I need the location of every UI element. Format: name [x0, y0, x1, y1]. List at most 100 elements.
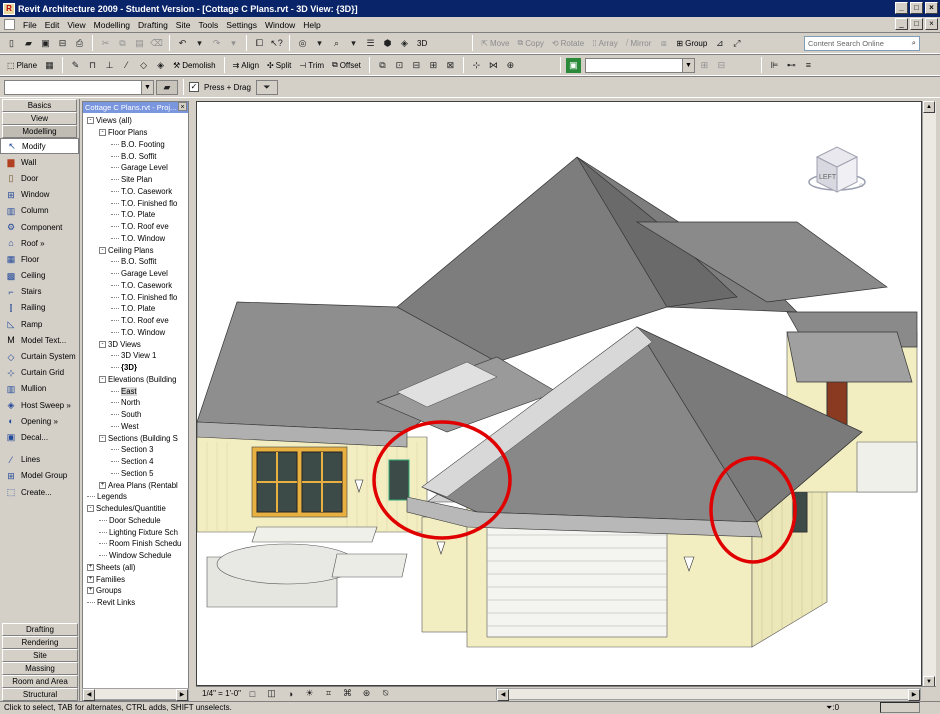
- tool-lines[interactable]: ⁄ Lines: [0, 452, 79, 468]
- paste-same-icon[interactable]: ⊟: [409, 58, 424, 73]
- align-button[interactable]: ⇉ Align: [230, 61, 263, 70]
- trim-button[interactable]: ⊣ Trim: [296, 61, 327, 70]
- browser-tree-item[interactable]: Site Plan: [83, 174, 188, 186]
- close-icon[interactable]: ×: [178, 102, 187, 111]
- collapse-icon[interactable]: -: [87, 117, 94, 125]
- revit-app-icon[interactable]: R: [3, 2, 15, 15]
- tab-modelling[interactable]: Modelling: [2, 125, 77, 138]
- rotate-button[interactable]: ⟲ Rotate: [549, 39, 587, 48]
- tab-basics[interactable]: Basics: [2, 99, 77, 112]
- split-button[interactable]: ✣ Split: [264, 61, 294, 70]
- minimize-button[interactable]: _: [895, 2, 908, 14]
- demolish-button[interactable]: ⚒ Demolish: [170, 61, 219, 70]
- browser-tree-item[interactable]: - Elevations (Building: [83, 374, 188, 386]
- collapse-icon[interactable]: -: [87, 505, 94, 513]
- browser-tree-item[interactable]: Garage Level: [83, 268, 188, 280]
- menu-help[interactable]: Help: [299, 20, 324, 30]
- zoom-menu-icon[interactable]: ▾: [346, 36, 361, 51]
- viewcube[interactable]: LEFT ⌂: [808, 146, 866, 193]
- help-pointer-icon[interactable]: ↖?: [269, 36, 284, 51]
- reveal-hidden-icon[interactable]: ⍉: [378, 686, 393, 701]
- browser-tree-item[interactable]: - Schedules/Quantitie: [83, 503, 188, 515]
- tool-ramp[interactable]: ◺ Ramp: [0, 316, 79, 332]
- save-to-central-icon[interactable]: ⊟: [55, 36, 70, 51]
- grid-icon[interactable]: ▦: [42, 58, 57, 73]
- tool-floor[interactable]: ▦ Floor: [0, 251, 79, 267]
- paste-icon[interactable]: ▤: [132, 36, 147, 51]
- cut-icon[interactable]: ✂: [98, 36, 113, 51]
- tool-host-sweep[interactable]: ◈ Host Sweep »: [0, 397, 79, 413]
- menu-window[interactable]: Window: [261, 20, 299, 30]
- collapse-icon[interactable]: -: [99, 375, 106, 383]
- browser-tree-item[interactable]: T.O. Roof eve: [83, 221, 188, 233]
- tool-window[interactable]: ⊞ Window: [0, 187, 79, 203]
- type-properties-icon[interactable]: ⋈: [486, 58, 501, 73]
- save-icon[interactable]: ▣: [38, 36, 53, 51]
- tool-ceiling[interactable]: ▩ Ceiling: [0, 268, 79, 284]
- tab-site[interactable]: Site: [2, 649, 78, 662]
- scroll-up-icon[interactable]: ▲: [923, 101, 935, 113]
- browser-tree-item[interactable]: - Sections (Building S: [83, 432, 188, 444]
- resize-icon[interactable]: ⧈: [656, 36, 671, 51]
- viewport-horizontal-scrollbar[interactable]: ◀ ▶: [496, 688, 921, 701]
- undo-dropdown-icon[interactable]: ▾: [192, 36, 207, 51]
- browser-tree-item[interactable]: South: [83, 409, 188, 421]
- tag-icon[interactable]: ⊫: [767, 58, 782, 73]
- browser-tree-item[interactable]: T.O. Roof eve: [83, 315, 188, 327]
- filter-button[interactable]: ⏷:0: [826, 702, 839, 714]
- show-crop-icon[interactable]: ⌘: [340, 686, 355, 701]
- browser-tree-item[interactable]: T.O. Plate: [83, 303, 188, 315]
- mirror-button[interactable]: ⧸ Mirror: [623, 38, 655, 48]
- scroll-right-icon[interactable]: ▶: [908, 689, 920, 701]
- tool-component[interactable]: ⚙ Component: [0, 219, 79, 235]
- browser-horizontal-scrollbar[interactable]: ◀ ▶: [82, 688, 189, 701]
- redo-icon[interactable]: ↷: [209, 36, 224, 51]
- browser-tree-item[interactable]: Legends: [83, 491, 188, 503]
- browser-tree-item[interactable]: T.O. Plate: [83, 209, 188, 221]
- browser-tree-item[interactable]: - Floor Plans: [83, 127, 188, 139]
- menu-tools[interactable]: Tools: [194, 20, 222, 30]
- menu-settings[interactable]: Settings: [222, 20, 261, 30]
- tool-roof[interactable]: ⌂ Roof »: [0, 235, 79, 251]
- temp-hide-icon[interactable]: ⊛: [359, 686, 374, 701]
- browser-tree-item[interactable]: North: [83, 397, 188, 409]
- browser-tree-item[interactable]: T.O. Finished flo: [83, 197, 188, 209]
- browser-tree-item[interactable]: Window Schedule: [83, 550, 188, 562]
- zoom-dropdown-icon[interactable]: ▾: [312, 36, 327, 51]
- browser-tree-item[interactable]: T.O. Casework: [83, 280, 188, 292]
- tab-view[interactable]: View: [2, 112, 77, 125]
- browser-tree-item[interactable]: + Groups: [83, 585, 188, 597]
- menu-file[interactable]: File: [19, 20, 41, 30]
- tool-curtain-system[interactable]: ◇ Curtain System: [0, 348, 79, 364]
- browser-tree-item[interactable]: + Families: [83, 573, 188, 585]
- browser-tree-item[interactable]: {3D}: [83, 362, 188, 374]
- tool-wall[interactable]: ▆ Wall: [0, 154, 79, 170]
- tool-stairs[interactable]: ⌐ Stairs: [0, 284, 79, 300]
- tab-room-and-area[interactable]: Room and Area: [2, 675, 78, 688]
- cut-geometry-icon[interactable]: ◇: [136, 58, 151, 73]
- group-button[interactable]: ⊞ Group: [673, 39, 710, 48]
- menu-site[interactable]: Site: [172, 20, 195, 30]
- menu-edit[interactable]: Edit: [41, 20, 64, 30]
- paint-icon[interactable]: ⊥: [102, 58, 117, 73]
- undo-icon[interactable]: ↶: [175, 36, 190, 51]
- new-icon[interactable]: ▯: [4, 36, 19, 51]
- offset-button[interactable]: ⧉ Offset: [329, 60, 364, 70]
- menu-drafting[interactable]: Drafting: [134, 20, 172, 30]
- shadows-icon[interactable]: ◑: [283, 686, 298, 701]
- filter-icon[interactable]: ⏷: [255, 79, 278, 95]
- 3d-view-canvas[interactable]: LEFT ⌂: [196, 101, 922, 686]
- browser-tree-item[interactable]: B.O. Footing: [83, 139, 188, 151]
- open-icon[interactable]: ▰: [21, 36, 36, 51]
- crop-icon[interactable]: ⌗: [321, 686, 336, 701]
- browser-tree-item[interactable]: Door Schedule: [83, 515, 188, 527]
- 3d-view-icon[interactable]: ⬢: [380, 36, 395, 51]
- move-button[interactable]: ⇱ Move: [478, 39, 512, 48]
- tool-railing[interactable]: ⫿ Railing: [0, 300, 79, 316]
- search-icon[interactable]: ⌕: [912, 38, 916, 48]
- type-edit-icon[interactable]: ⊞: [697, 58, 712, 73]
- tool-model-text[interactable]: M Model Text...: [0, 332, 79, 348]
- menu-view[interactable]: View: [63, 20, 89, 30]
- properties-button-icon[interactable]: ▰: [156, 79, 178, 95]
- pin-icon[interactable]: ⤢: [729, 36, 744, 51]
